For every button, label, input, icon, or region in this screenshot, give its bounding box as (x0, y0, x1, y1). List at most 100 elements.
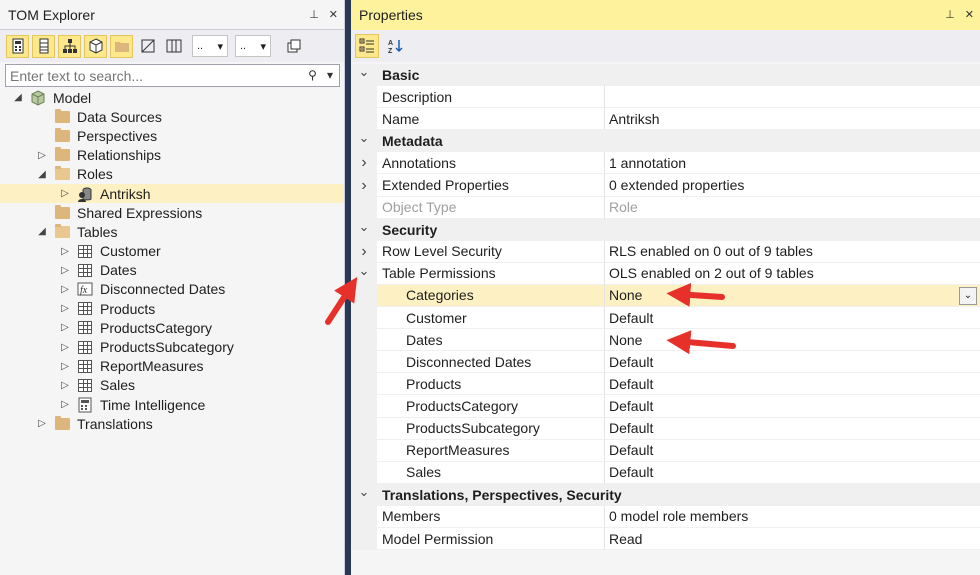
property-value[interactable]: RLS enabled on 0 out of 9 tables (604, 240, 980, 263)
property-value[interactable]: None ⌄ (604, 284, 980, 308)
property-value[interactable]: Default (604, 439, 980, 462)
folders-filter-button[interactable] (110, 34, 133, 58)
collapsed-arrow-icon[interactable]: ▷ (59, 265, 71, 276)
property-value[interactable]: OLS enabled on 2 out of 9 tables (604, 262, 980, 285)
measures-filter-button[interactable] (6, 34, 29, 58)
collapse-arrow-icon[interactable]: ⌄ (351, 64, 377, 87)
property-row[interactable]: Members 0 model role members (351, 505, 980, 528)
collapsed-arrow-icon[interactable]: ▷ (59, 361, 71, 372)
property-value[interactable]: Default (604, 461, 980, 484)
expand-arrow-icon[interactable]: › (351, 152, 377, 175)
pin-icon[interactable]: ⊥ (309, 8, 319, 21)
tree-node[interactable]: ▷ Products (0, 299, 344, 318)
categorized-button[interactable] (355, 34, 379, 58)
collapsed-arrow-icon[interactable]: ▷ (36, 418, 48, 429)
expand-arrow-icon[interactable]: › (351, 240, 377, 263)
property-row[interactable]: Object Type Role (351, 196, 980, 219)
tree-node[interactable]: ◢ Roles (0, 165, 344, 184)
tree-node[interactable]: ▷ fx Disconnected Dates (0, 280, 344, 299)
property-category-row[interactable]: ⌄ Security (351, 218, 980, 241)
columns-filter-button[interactable] (32, 34, 55, 58)
partitions-filter-button[interactable] (84, 34, 107, 58)
property-row[interactable]: Dates None (351, 329, 980, 352)
close-icon[interactable]: ✕ (329, 8, 338, 21)
search-box[interactable]: ⚲ ▾ (5, 64, 340, 87)
tree-node[interactable]: ▷ ProductsSubcategory (0, 337, 344, 356)
property-row[interactable]: ReportMeasures Default (351, 439, 980, 462)
tree-node[interactable]: ▷ Dates (0, 261, 344, 280)
property-row[interactable]: Products Default (351, 373, 980, 396)
property-value[interactable]: Read (604, 527, 980, 551)
property-value[interactable]: 0 extended properties (604, 174, 980, 197)
property-row[interactable]: Sales Default (351, 461, 980, 484)
property-row[interactable]: Name Antriksh (351, 108, 980, 131)
pin-icon[interactable]: ⊥ (945, 8, 955, 21)
collapsed-arrow-icon[interactable]: ▷ (59, 303, 71, 314)
tree-node[interactable]: ◢ Model (0, 88, 344, 107)
property-row[interactable]: ProductsCategory Default (351, 395, 980, 418)
property-category-row[interactable]: ⌄ Basic (351, 64, 980, 87)
alphabetical-button[interactable]: AZ (383, 34, 407, 58)
property-value[interactable]: Default (604, 373, 980, 396)
search-options-icon[interactable]: ▾ (327, 68, 333, 82)
collapse-arrow-icon[interactable]: ⌄ (351, 218, 377, 241)
property-value[interactable]: Default (604, 395, 980, 418)
tree-node[interactable]: ◢ Tables (0, 222, 344, 241)
tree-node[interactable]: ▷ Customer (0, 242, 344, 261)
property-row[interactable]: › Extended Properties 0 extended propertie… (351, 174, 980, 197)
property-row[interactable]: Categories None ⌄ (351, 284, 980, 308)
collapsed-arrow-icon[interactable]: ▷ (36, 150, 48, 161)
collapsed-arrow-icon[interactable]: ▷ (59, 342, 71, 353)
property-value[interactable] (604, 86, 980, 109)
property-value[interactable]: 1 annotation (604, 152, 980, 175)
property-row[interactable]: ⌄ Table Permissions OLS enabled on 2 out o… (351, 262, 980, 285)
collapsed-arrow-icon[interactable]: ▷ (59, 188, 71, 199)
property-value[interactable]: Antriksh (604, 108, 980, 131)
property-row[interactable]: › Annotations 1 annotation (351, 152, 980, 175)
collapsed-arrow-icon[interactable]: ▷ (59, 322, 71, 333)
tree-node[interactable]: ▷ ProductsCategory (0, 318, 344, 337)
property-row[interactable]: › Row Level Security RLS enabled on 0 out … (351, 240, 980, 263)
property-value[interactable]: 0 model role members (604, 505, 980, 528)
tree-node[interactable]: ▷ Relationships (0, 146, 344, 165)
hierarchies-filter-button[interactable] (58, 34, 81, 58)
expanded-arrow-icon[interactable]: ◢ (36, 226, 48, 237)
search-icon[interactable]: ⚲ (308, 68, 317, 82)
new-window-button[interactable] (282, 35, 305, 58)
collapsed-arrow-icon[interactable]: ▷ (59, 380, 71, 391)
tree-node[interactable]: Data Sources (0, 107, 344, 126)
expand-arrow-icon[interactable]: › (351, 174, 377, 197)
tree-node[interactable]: ▷ Antriksh (0, 183, 344, 204)
hidden-objects-button[interactable] (136, 35, 159, 58)
property-row[interactable]: ProductsSubcategory Default (351, 417, 980, 440)
tree-node[interactable]: ▷ Time Intelligence (0, 395, 344, 414)
property-value[interactable]: Default (604, 307, 980, 330)
property-row[interactable]: Customer Default (351, 307, 980, 330)
property-row[interactable]: Disconnected Dates Default (351, 351, 980, 374)
collapse-arrow-icon[interactable]: ⌄ (351, 262, 377, 285)
property-value[interactable]: Role (604, 196, 980, 219)
perspective-dropdown[interactable]: .. ▾ (192, 35, 228, 57)
tree-node[interactable]: Shared Expressions (0, 203, 344, 222)
property-category-row[interactable]: ⌄ Metadata (351, 130, 980, 153)
property-row[interactable]: Description (351, 86, 980, 109)
property-row[interactable]: Model Permission Read (351, 527, 980, 551)
collapsed-arrow-icon[interactable]: ▷ (59, 399, 71, 410)
search-input[interactable] (10, 67, 300, 84)
property-value[interactable]: Default (604, 417, 980, 440)
dropdown-button[interactable]: ⌄ (959, 286, 977, 305)
tree-node[interactable]: ▷ Translations (0, 414, 344, 433)
property-value[interactable]: None (604, 329, 980, 352)
collapse-arrow-icon[interactable]: ⌄ (351, 130, 377, 153)
expanded-arrow-icon[interactable]: ◢ (36, 169, 48, 180)
tree-node[interactable]: ▷ ReportMeasures (0, 357, 344, 376)
collapsed-arrow-icon[interactable]: ▷ (59, 246, 71, 257)
close-icon[interactable]: ✕ (965, 8, 974, 21)
tree-node[interactable]: ▷ Sales (0, 376, 344, 395)
expanded-arrow-icon[interactable]: ◢ (12, 92, 24, 103)
property-value[interactable]: Default (604, 351, 980, 374)
culture-dropdown[interactable]: .. ▾ (235, 35, 271, 57)
display-columns-button[interactable] (162, 35, 185, 58)
tree-node[interactable]: Perspectives (0, 126, 344, 145)
property-category-row[interactable]: ⌄ Translations, Perspectives, Security (351, 483, 980, 506)
